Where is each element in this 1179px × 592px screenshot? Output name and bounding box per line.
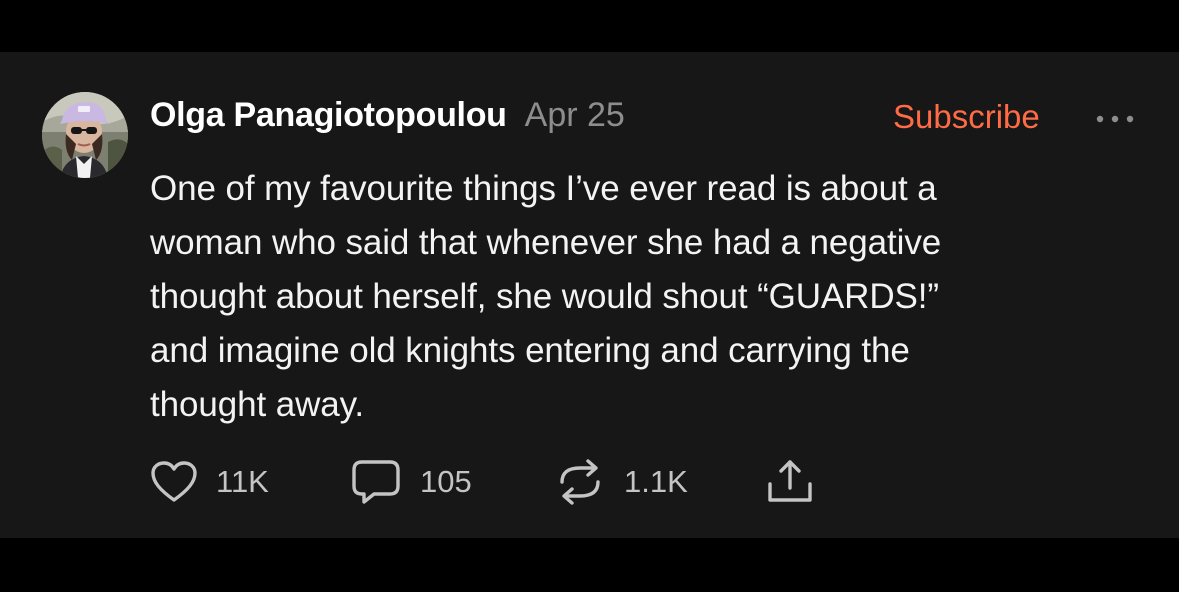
top-letterbox [0,0,1179,52]
author-name[interactable]: Olga Panagiotopoulou [150,96,507,135]
post-card: Olga Panagiotopoulou Apr 25 Subscribe On… [0,52,1179,538]
bottom-letterbox [0,538,1179,592]
share-upload-icon [768,460,812,502]
share-button[interactable] [764,458,816,506]
post-body-line: and imagine old knights entering and car… [150,331,910,370]
post-header: Olga Panagiotopoulou Apr 25 [150,96,625,140]
more-options-button[interactable] [1094,112,1136,126]
restack-count: 1.1K [624,464,688,499]
post-body: One of my favourite things I’ve ever rea… [150,162,1140,432]
subscribe-button[interactable]: Subscribe [893,98,1040,136]
restack-button[interactable]: 1.1K [554,458,688,506]
heart-icon [151,461,197,502]
post-body-line: thought away. [150,385,365,424]
post-body-line: thought about herself, she would shout “… [150,277,939,316]
avatar-photo [42,92,128,178]
like-count: 11K [216,464,269,499]
more-dots-icon [1096,115,1134,123]
post-body-line: woman who said that whenever she had a n… [150,223,942,262]
restack-arrows-icon [560,459,600,505]
comment-count: 105 [420,464,472,499]
comment-bubble-icon [352,460,400,504]
avatar[interactable] [42,92,128,178]
like-button[interactable]: 11K [150,458,269,506]
comment-button[interactable]: 105 [350,458,472,506]
post-date[interactable]: Apr 25 [525,96,625,135]
post-body-line: One of my favourite things I’ve ever rea… [150,169,937,208]
